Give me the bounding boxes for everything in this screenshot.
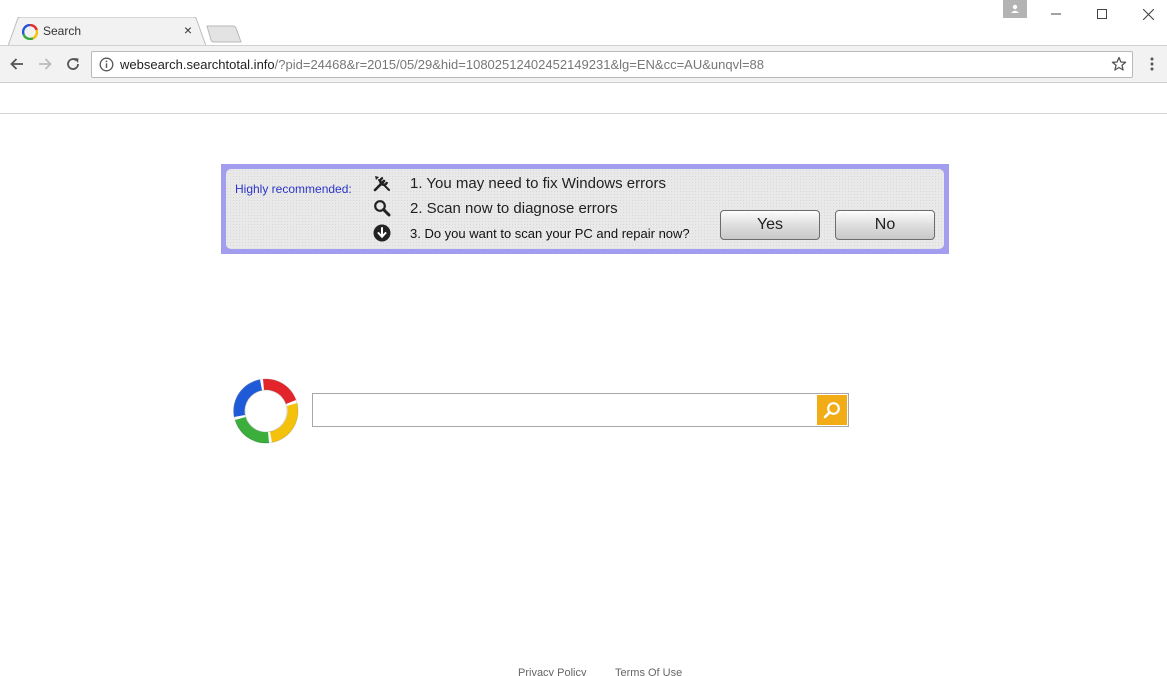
promo-item-text: 3. Do you want to scan your PC and repai… — [410, 225, 690, 241]
promo-item-text: 2. Scan now to diagnose errors — [410, 199, 618, 217]
tab-close-icon[interactable]: × — [180, 22, 196, 38]
tools-icon — [372, 173, 392, 193]
back-arrow-icon — [10, 58, 23, 70]
url-host: websearch.searchtotal.info — [120, 57, 275, 72]
browser-tab-search[interactable]: Search × — [8, 17, 206, 46]
tab-title: Search — [43, 24, 82, 38]
reload-icon — [67, 58, 79, 70]
back-button[interactable] — [7, 54, 27, 74]
url-path: /?pid=24468&r=2015/05/29&hid=10802512402… — [274, 57, 765, 72]
forward-arrow-icon — [39, 58, 52, 70]
promo-label: Highly recommended: — [235, 182, 352, 196]
scan-promo-banner: Highly recommended: 1. You may need to f… — [221, 164, 949, 254]
favicon-icon — [22, 24, 38, 40]
bookmark-star-icon[interactable] — [1111, 56, 1127, 72]
browser-toolbar: websearch.searchtotal.info/?pid=24468&r=… — [0, 45, 1167, 83]
url-text[interactable]: websearch.searchtotal.info/?pid=24468&r=… — [120, 57, 764, 72]
close-window-button[interactable] — [1125, 0, 1167, 28]
info-icon[interactable] — [99, 57, 114, 72]
maximize-icon — [1097, 9, 1107, 19]
person-icon — [1011, 4, 1019, 13]
search-button[interactable] — [817, 395, 847, 425]
maximize-button[interactable] — [1079, 0, 1125, 28]
new-tab-button[interactable] — [206, 25, 242, 43]
privacy-policy-link[interactable]: Privacy Policy — [518, 667, 586, 676]
promo-item: 2. Scan now to diagnose errors — [372, 197, 618, 219]
profile-button[interactable] — [1003, 0, 1027, 18]
searchtotal-logo — [233, 378, 299, 444]
terms-of-use-link[interactable]: Terms Of Use — [615, 667, 682, 676]
forward-button[interactable] — [35, 54, 55, 74]
no-button[interactable]: No — [835, 210, 935, 240]
minimize-icon — [1051, 13, 1061, 15]
kebab-menu-icon — [1150, 57, 1154, 71]
bookmarks-bar — [0, 83, 1167, 114]
minimize-button[interactable] — [1033, 0, 1079, 28]
browser-titlebar: Search × — [0, 0, 1167, 46]
search-icon — [823, 402, 840, 419]
reload-button[interactable] — [63, 54, 83, 74]
promo-item: 3. Do you want to scan your PC and repai… — [372, 222, 690, 244]
browser-menu-button[interactable] — [1144, 55, 1160, 73]
search-box — [312, 393, 849, 427]
scan-promo-panel: Highly recommended: 1. You may need to f… — [226, 169, 944, 249]
search-input[interactable] — [313, 394, 816, 426]
promo-item-text: 1. You may need to fix Windows errors — [410, 174, 666, 192]
promo-item: 1. You may need to fix Windows errors — [372, 172, 666, 194]
yes-button[interactable]: Yes — [720, 210, 820, 240]
close-icon — [1142, 8, 1154, 20]
magnifier-icon — [372, 198, 392, 218]
address-bar[interactable]: websearch.searchtotal.info/?pid=24468&r=… — [91, 51, 1133, 78]
download-arrow-icon — [372, 223, 392, 243]
